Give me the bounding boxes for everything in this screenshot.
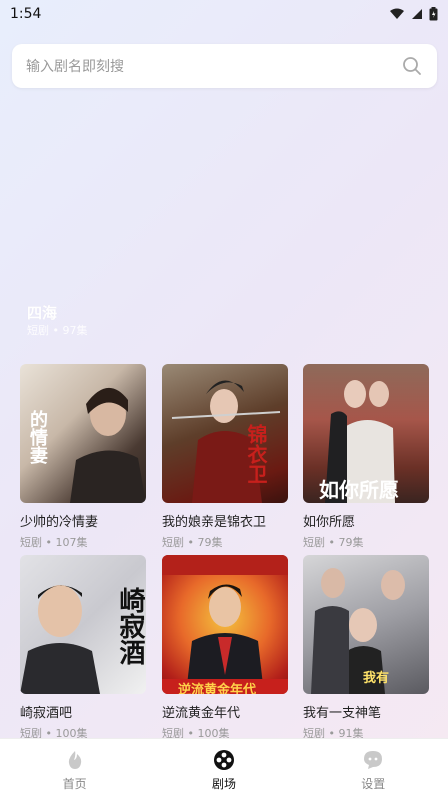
- search-input[interactable]: 输入剧名即刻搜: [26, 56, 401, 76]
- nav-label: 设置: [361, 776, 386, 791]
- card-title: 少帅的冷情妻: [20, 515, 99, 530]
- nav-item-settings[interactable]: 设置: [313, 749, 433, 792]
- drama-poster[interactable]: 锦衣卫: [162, 364, 288, 503]
- featured-title: 四海: [27, 304, 58, 322]
- card-title: 我的娘亲是锦衣卫: [162, 515, 267, 530]
- drama-poster[interactable]: 崎寂酒: [20, 555, 146, 694]
- flame-icon: [68, 750, 81, 769]
- drama-card[interactable]: 逆流黄金年代 逆流黄金年代 短剧 • 100集: [162, 555, 288, 741]
- drama-poster[interactable]: 我有: [303, 555, 429, 694]
- nav-label: 首页: [62, 776, 87, 791]
- card-title: 如你所愿: [303, 515, 356, 530]
- drama-poster[interactable]: 的情妻: [20, 364, 146, 503]
- drama-card[interactable]: 崎寂酒 崎寂酒吧 短剧 • 100集: [20, 555, 146, 741]
- drama-card[interactable]: 我有 我有一支神笔 短剧 • 91集: [303, 555, 429, 741]
- wifi-icon: [390, 8, 404, 19]
- poster-title: 如你所愿: [319, 478, 399, 502]
- nav-item-theater[interactable]: 剧场: [164, 749, 284, 792]
- drama-poster[interactable]: 如你所愿: [303, 364, 429, 503]
- poster-title: 崎寂酒: [115, 587, 145, 665]
- status-time: 1:54: [10, 6, 42, 22]
- film-reel-icon: [213, 749, 234, 770]
- status-bar: 1:54: [0, 0, 448, 28]
- nav-item-home[interactable]: 首页: [15, 749, 135, 792]
- search-icon[interactable]: [401, 55, 423, 77]
- battery-icon: [429, 7, 438, 21]
- poster-title: 逆流黄金年代: [178, 683, 257, 694]
- drama-card[interactable]: 锦衣卫 我的娘亲是锦衣卫 短剧 • 79集: [162, 364, 288, 550]
- card-title: 崎寂酒吧: [20, 706, 73, 721]
- card-meta: 短剧 • 79集: [303, 536, 364, 549]
- featured-meta: 短剧 • 97集: [27, 324, 88, 337]
- poster-title: 我有: [363, 671, 390, 686]
- drama-card[interactable]: 的情妻 少帅的冷情妻 短剧 • 107集: [20, 364, 146, 550]
- bottom-nav: 首页 剧场 设置: [0, 738, 448, 801]
- drama-poster[interactable]: 逆流黄金年代: [162, 555, 288, 694]
- cellular-signal-icon: [412, 9, 422, 19]
- poster-title: 的情妻: [27, 410, 48, 464]
- card-meta: 短剧 • 79集: [162, 536, 223, 549]
- card-title: 逆流黄金年代: [162, 706, 241, 721]
- nav-label: 剧场: [211, 776, 236, 791]
- card-title: 我有一支神笔: [303, 706, 382, 721]
- search-bar[interactable]: 输入剧名即刻搜: [12, 44, 437, 88]
- card-meta: 短剧 • 107集: [20, 536, 88, 549]
- chat-bubble-icon: [364, 750, 383, 769]
- poster-title: 锦衣卫: [244, 424, 268, 484]
- status-icons: [389, 7, 438, 21]
- drama-card[interactable]: 如你所愿 如你所愿 短剧 • 79集: [303, 364, 429, 550]
